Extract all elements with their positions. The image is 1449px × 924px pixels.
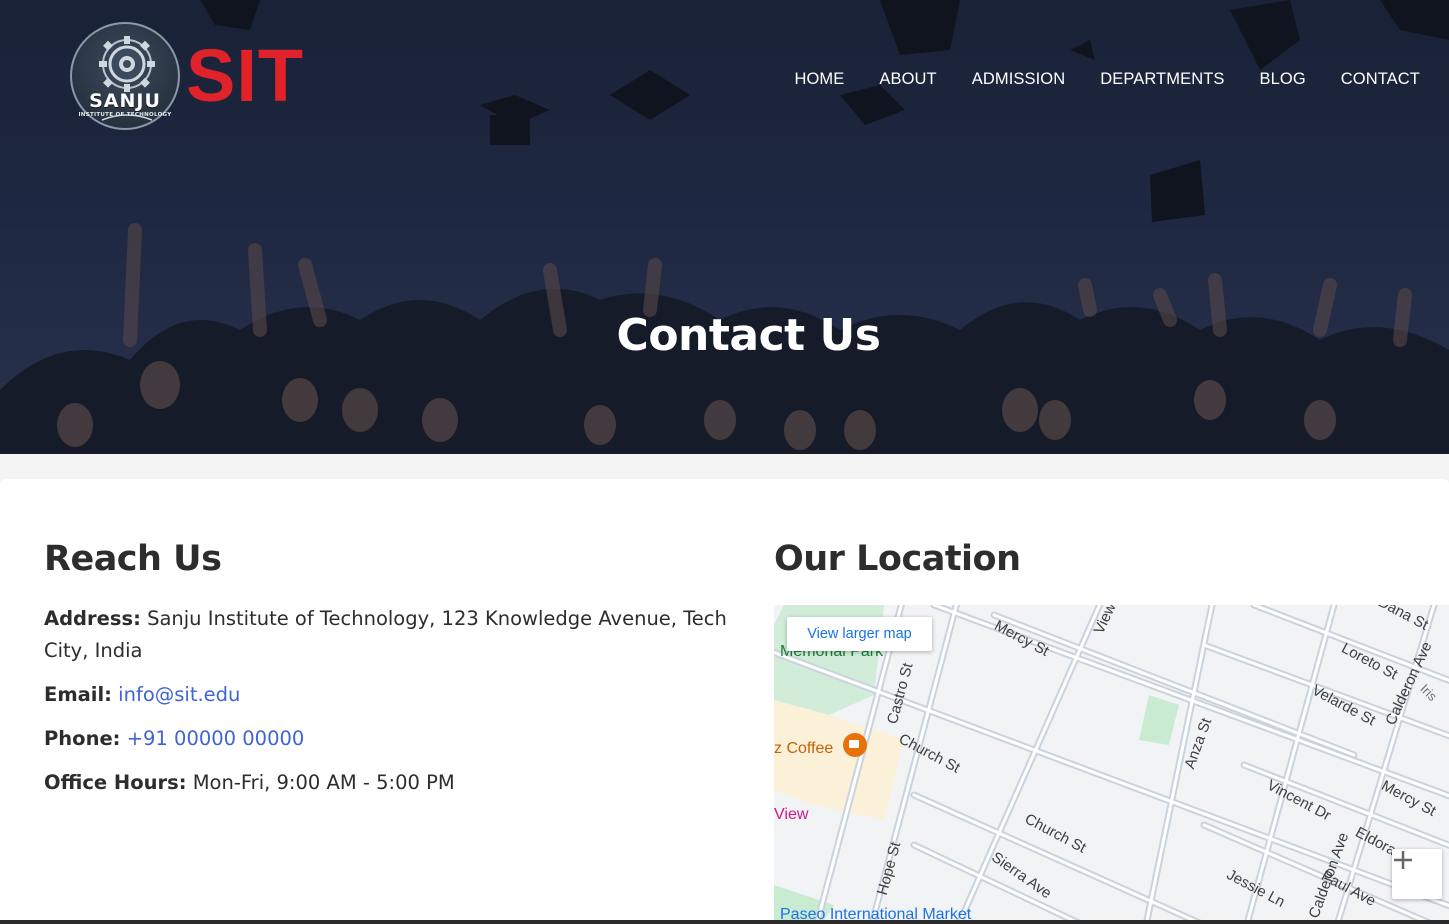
hours-label: Office Hours: xyxy=(44,771,187,794)
email-label: Email: xyxy=(44,683,112,706)
map-label-coffee: z Coffee xyxy=(774,740,834,757)
address-row: Address: Sanju Institute of Technology, … xyxy=(44,603,744,667)
view-larger-map-button[interactable]: View larger map xyxy=(787,617,932,651)
address-value: Sanju Institute of Technology, 123 Knowl… xyxy=(44,607,727,662)
logo-badge-subtitle: INSTITUTE OF TECHNOLOGY xyxy=(78,112,172,118)
page-title: Contact Us xyxy=(616,310,881,361)
zoom-in-button[interactable] xyxy=(1392,849,1442,899)
nav-about[interactable]: ABOUT xyxy=(879,70,936,89)
hours-value: Mon-Fri, 9:00 AM - 5:00 PM xyxy=(192,771,455,794)
address-label: Address: xyxy=(44,607,141,630)
email-link[interactable]: info@sit.edu xyxy=(118,683,240,706)
map-label-market: Paseo International Market xyxy=(780,906,972,920)
logo-badge-name: SANJU xyxy=(89,90,161,112)
nav-contact[interactable]: CONTACT xyxy=(1341,70,1420,89)
nav-home[interactable]: HOME xyxy=(794,70,844,89)
reach-us-title: Reach Us xyxy=(44,539,222,579)
location-map[interactable]: Memorial Park z Coffee View Paseo Intern… xyxy=(774,605,1449,920)
reach-us-block: Reach Us Address: Sanju Institute of Tec… xyxy=(44,539,744,799)
footer-edge xyxy=(0,920,1449,924)
logo-text: SIT xyxy=(186,34,305,117)
site-logo[interactable]: SANJU INSTITUTE OF TECHNOLOGY SIT xyxy=(68,20,318,132)
nav-admission[interactable]: ADMISSION xyxy=(972,70,1066,89)
hours-row: Office Hours: Mon-Fri, 9:00 AM - 5:00 PM xyxy=(44,767,744,799)
hero-banner: SANJU INSTITUTE OF TECHNOLOGY SIT HOME A… xyxy=(0,0,1449,454)
contact-info: Address: Sanju Institute of Technology, … xyxy=(44,603,744,799)
logo-badge: SANJU INSTITUTE OF TECHNOLOGY xyxy=(70,22,180,130)
email-row: Email: info@sit.edu xyxy=(44,679,744,711)
phone-row: Phone: +91 00000 00000 xyxy=(44,723,744,755)
phone-label: Phone: xyxy=(44,727,121,750)
plus-icon xyxy=(1394,851,1412,869)
our-location-block: Our Location xyxy=(774,539,1449,579)
main-nav: HOME ABOUT ADMISSION DEPARTMENTS BLOG CO… xyxy=(794,70,1420,89)
nav-departments[interactable]: DEPARTMENTS xyxy=(1100,70,1224,89)
section-divider xyxy=(0,454,1449,479)
contact-section: Reach Us Address: Sanju Institute of Tec… xyxy=(0,479,1449,920)
nav-blog[interactable]: BLOG xyxy=(1260,70,1306,89)
map-label-view: View xyxy=(774,806,809,823)
our-location-title: Our Location xyxy=(774,539,1021,579)
phone-link[interactable]: +91 00000 00000 xyxy=(127,727,305,750)
